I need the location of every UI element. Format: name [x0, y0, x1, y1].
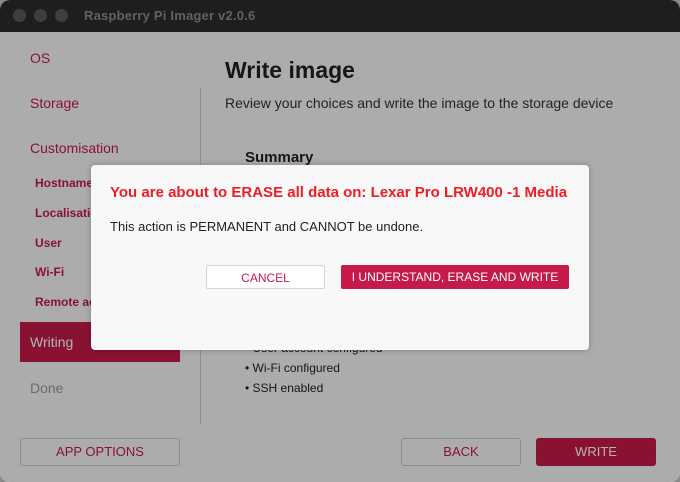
app-window: Raspberry Pi Imager v2.0.6 OS Storage Cu… — [0, 0, 680, 482]
confirm-erase-button[interactable]: I UNDERSTAND, ERASE AND WRITE — [341, 265, 569, 289]
dialog-message: This action is PERMANENT and CANNOT be u… — [110, 219, 424, 234]
cancel-button[interactable]: CANCEL — [206, 265, 325, 289]
dialog-title: You are about to ERASE all data on: Lexa… — [110, 184, 568, 201]
erase-confirmation-dialog: You are about to ERASE all data on: Lexa… — [91, 165, 589, 350]
